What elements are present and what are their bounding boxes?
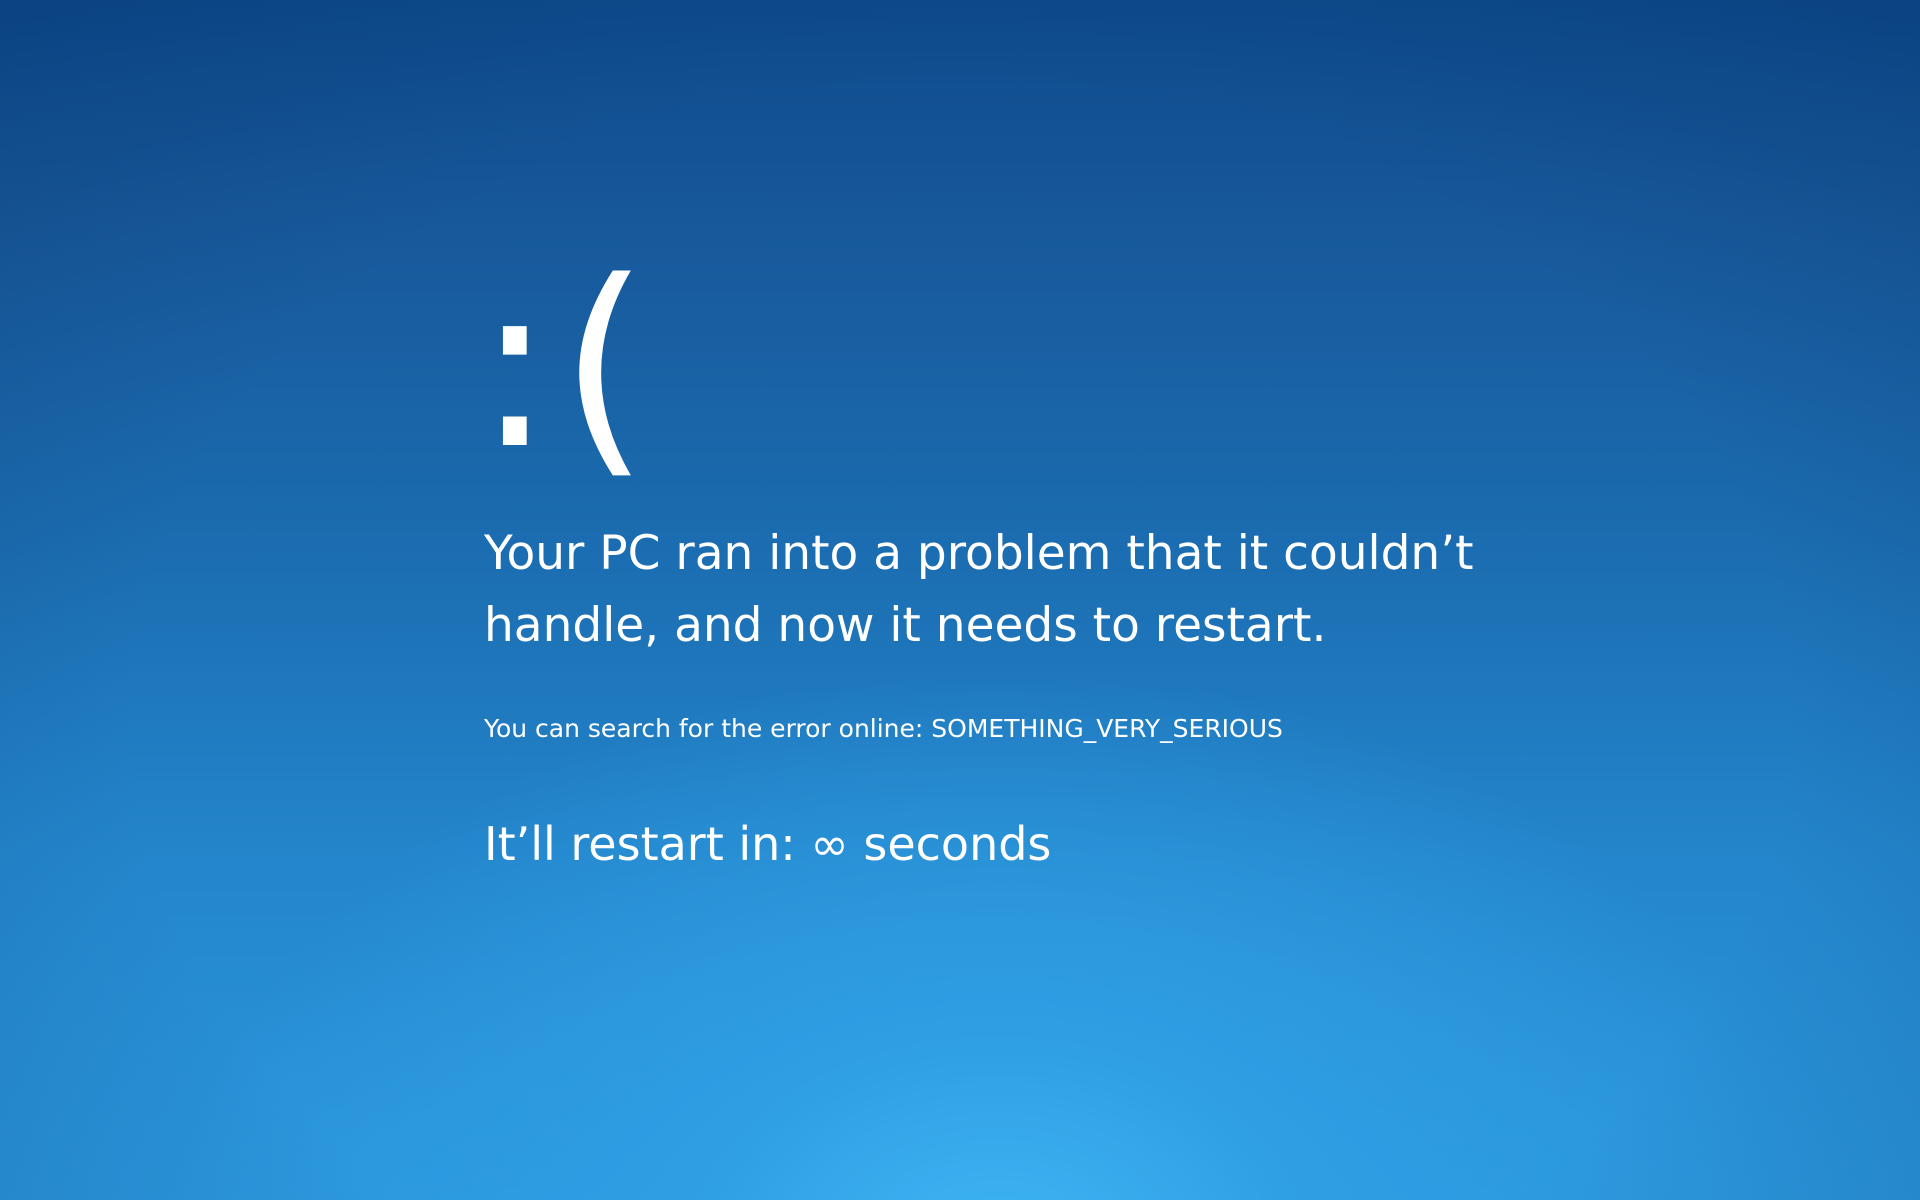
restart-countdown-text: It’ll restart in: ∞ seconds <box>484 817 1052 871</box>
error-search-text: You can search for the error online: SOM… <box>484 714 1283 743</box>
sad-face-emoticon: :( <box>476 233 656 500</box>
error-headline: Your PC ran into a problem that it could… <box>484 526 1474 653</box>
error-screen-content: :( Your PC ran into a problem that it co… <box>476 252 1584 872</box>
